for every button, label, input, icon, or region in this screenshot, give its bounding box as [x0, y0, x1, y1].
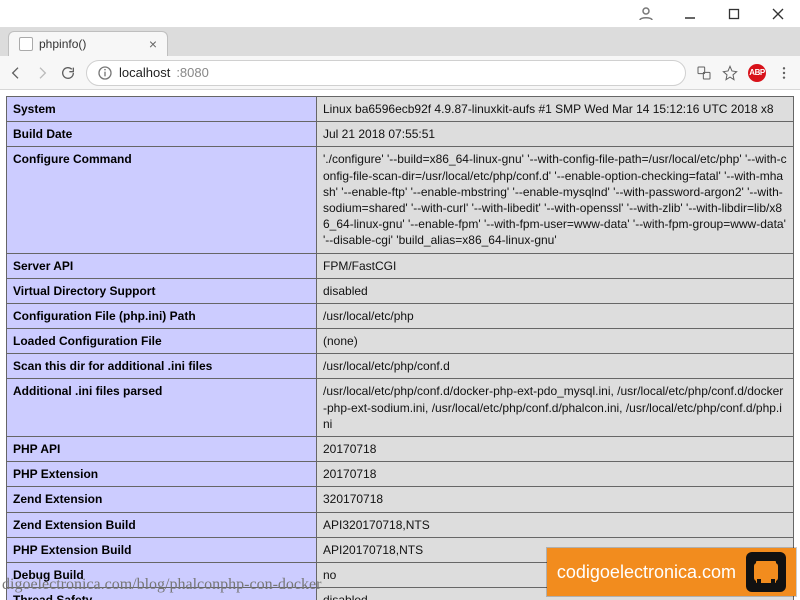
table-row: Configure Command'./configure' '--build=…: [7, 147, 794, 253]
user-icon[interactable]: [624, 5, 668, 23]
translate-icon[interactable]: [696, 65, 712, 81]
minimize-button[interactable]: [668, 0, 712, 28]
row-key: Zend Extension: [7, 487, 317, 512]
phpinfo-table: SystemLinux ba6596ecb92f 4.9.87-linuxkit…: [6, 96, 794, 600]
brand-banner: codigoelectronica.com: [547, 548, 796, 596]
row-key: Virtual Directory Support: [7, 278, 317, 303]
table-row: Loaded Configuration File(none): [7, 329, 794, 354]
window-titlebar: [0, 0, 800, 28]
row-key: PHP Extension Build: [7, 537, 317, 562]
row-value: Linux ba6596ecb92f 4.9.87-linuxkit-aufs …: [317, 97, 794, 122]
menu-icon[interactable]: [776, 65, 792, 81]
close-button[interactable]: [756, 0, 800, 28]
table-row: SystemLinux ba6596ecb92f 4.9.87-linuxkit…: [7, 97, 794, 122]
row-key: PHP Extension: [7, 462, 317, 487]
table-row: Build DateJul 21 2018 07:55:51: [7, 122, 794, 147]
row-value: FPM/FastCGI: [317, 253, 794, 278]
address-bar: localhost :8080 ABP: [0, 56, 800, 90]
table-row: Configuration File (php.ini) Path/usr/lo…: [7, 303, 794, 328]
maximize-button[interactable]: [712, 0, 756, 28]
adblock-icon[interactable]: ABP: [748, 64, 766, 82]
row-key: Additional .ini files parsed: [7, 379, 317, 437]
tab-title: phpinfo(): [39, 37, 86, 51]
row-key: Build Date: [7, 122, 317, 147]
back-button[interactable]: [8, 65, 24, 81]
row-value: 320170718: [317, 487, 794, 512]
reload-button[interactable]: [60, 65, 76, 81]
row-value: disabled: [317, 278, 794, 303]
row-value: Jul 21 2018 07:55:51: [317, 122, 794, 147]
table-row: Scan this dir for additional .ini files/…: [7, 354, 794, 379]
table-row: PHP Extension20170718: [7, 462, 794, 487]
table-row: PHP API20170718: [7, 437, 794, 462]
url-field[interactable]: localhost :8080: [86, 60, 686, 86]
row-key: System: [7, 97, 317, 122]
row-value: /usr/local/etc/php: [317, 303, 794, 328]
tab-strip: phpinfo() ×: [0, 28, 800, 56]
row-value: API320170718,NTS: [317, 512, 794, 537]
bookmark-icon[interactable]: [722, 65, 738, 81]
table-row: Zend Extension BuildAPI320170718,NTS: [7, 512, 794, 537]
row-key: Zend Extension Build: [7, 512, 317, 537]
tab-phpinfo[interactable]: phpinfo() ×: [8, 31, 168, 56]
favicon-icon: [19, 37, 33, 51]
row-value: './configure' '--build=x86_64-linux-gnu'…: [317, 147, 794, 253]
row-key: Loaded Configuration File: [7, 329, 317, 354]
table-row: Server APIFPM/FastCGI: [7, 253, 794, 278]
row-key: Configure Command: [7, 147, 317, 253]
site-info-icon[interactable]: [97, 65, 113, 81]
row-value: (none): [317, 329, 794, 354]
page-viewport: SystemLinux ba6596ecb92f 4.9.87-linuxkit…: [0, 90, 800, 600]
url-port: :8080: [176, 65, 209, 80]
forward-button: [34, 65, 50, 81]
table-row: Additional .ini files parsed/usr/local/e…: [7, 379, 794, 437]
close-tab-icon[interactable]: ×: [149, 36, 157, 52]
watermark-text: digoelectronica.com/blog/phalconphp-con-…: [2, 576, 321, 594]
table-row: Zend Extension320170718: [7, 487, 794, 512]
row-key: Server API: [7, 253, 317, 278]
row-key: PHP API: [7, 437, 317, 462]
row-key: Scan this dir for additional .ini files: [7, 354, 317, 379]
brand-label: codigoelectronica.com: [557, 562, 736, 583]
row-value: /usr/local/etc/php/conf.d/docker-php-ext…: [317, 379, 794, 437]
row-key: Configuration File (php.ini) Path: [7, 303, 317, 328]
row-value: 20170718: [317, 462, 794, 487]
table-row: Virtual Directory Supportdisabled: [7, 278, 794, 303]
url-host: localhost: [119, 65, 170, 80]
row-value: 20170718: [317, 437, 794, 462]
brand-logo-icon: [746, 552, 786, 592]
row-value: /usr/local/etc/php/conf.d: [317, 354, 794, 379]
